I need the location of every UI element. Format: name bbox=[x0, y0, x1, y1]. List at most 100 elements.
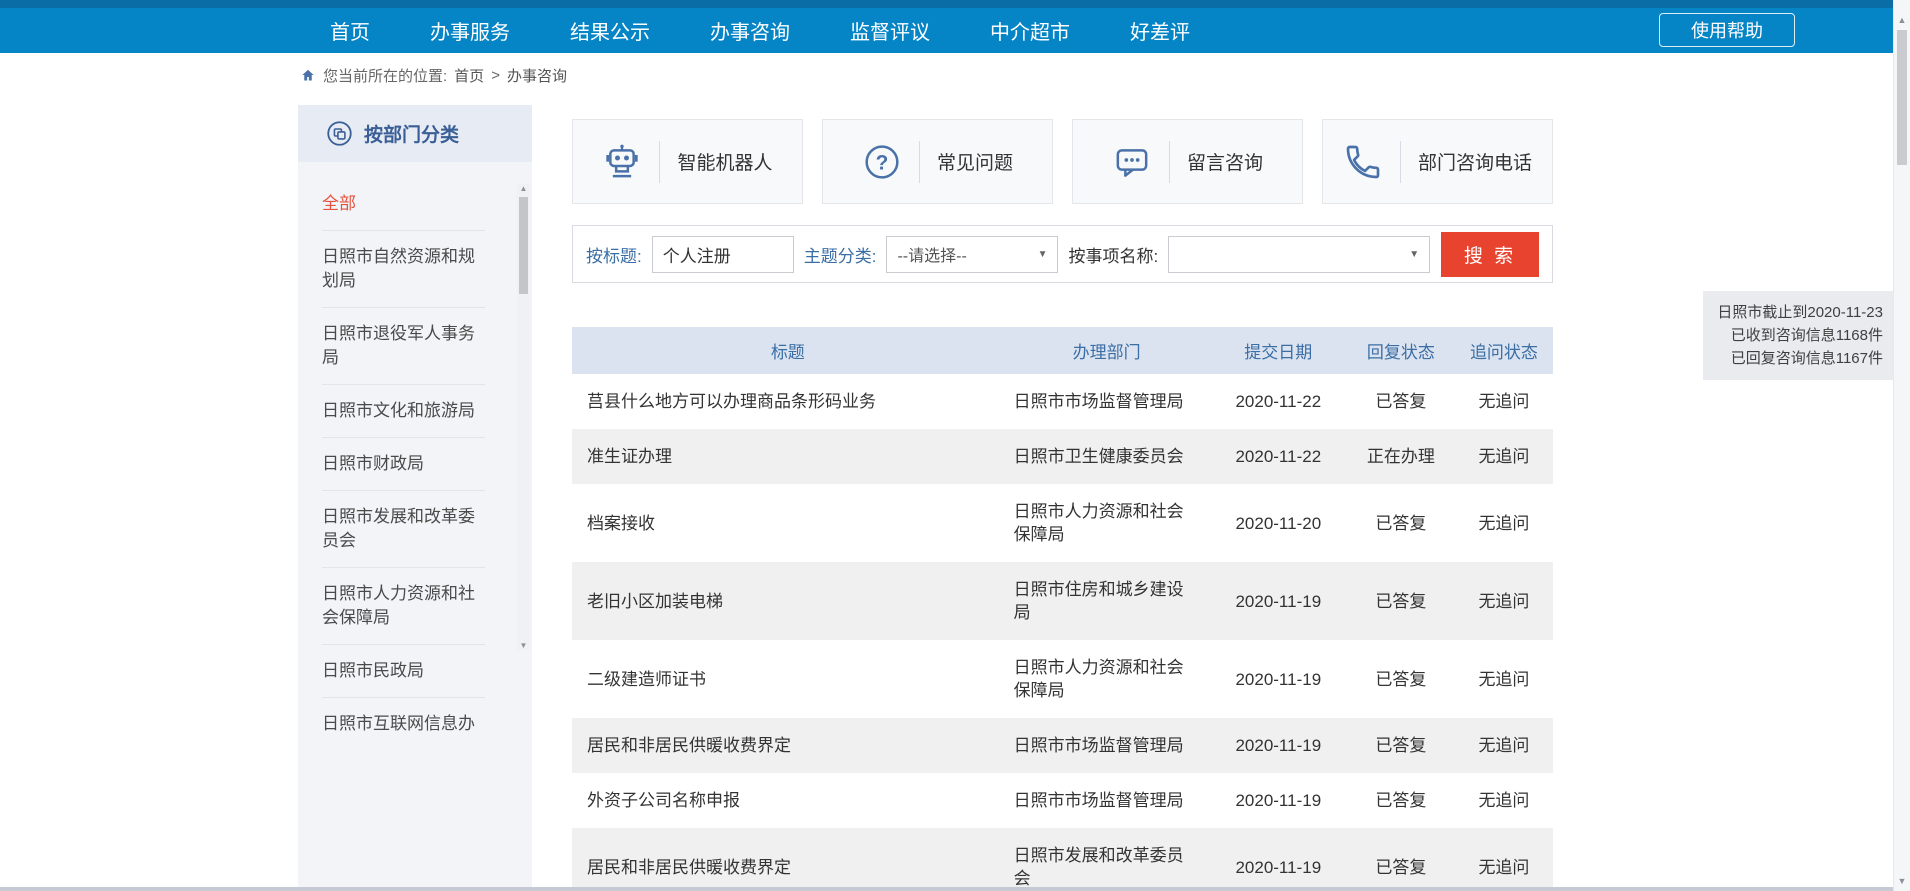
item-name-label: 按事项名称: bbox=[1068, 242, 1158, 267]
table-row: 二级建造师证书 日照市人力资源和社会保障局 2020-11-19 已答复 无追问 bbox=[572, 640, 1553, 718]
sidebar-item-human-resources[interactable]: 日照市人力资源和社会保障局 bbox=[322, 568, 485, 645]
sidebar-item-finance[interactable]: 日照市财政局 bbox=[322, 438, 485, 491]
row-title[interactable]: 档案接收 bbox=[572, 484, 1004, 562]
row-reply-status: 已答复 bbox=[1347, 773, 1455, 828]
sidebar-header: 按部门分类 bbox=[298, 105, 532, 162]
row-date: 2020-11-19 bbox=[1210, 828, 1347, 891]
chevron-down-icon: ▼ bbox=[1409, 249, 1419, 260]
row-department: 日照市发展和改革委员会 bbox=[1004, 828, 1210, 891]
table-row: 居民和非居民供暖收费界定 日照市发展和改革委员会 2020-11-19 已答复 … bbox=[572, 828, 1553, 891]
category-select-value: --请选择-- bbox=[897, 242, 966, 266]
table-row: 档案接收 日照市人力资源和社会保障局 2020-11-20 已答复 无追问 bbox=[572, 484, 1553, 562]
table-row: 居民和非居民供暖收费界定 日照市市场监督管理局 2020-11-19 已答复 无… bbox=[572, 718, 1553, 773]
row-reply-status: 已答复 bbox=[1347, 718, 1455, 773]
consultation-table: 标题 办理部门 提交日期 回复状态 追问状态 莒县什么地方可以办理商品条形码业务… bbox=[572, 327, 1553, 891]
table-row: 准生证办理 日照市卫生健康委员会 2020-11-22 正在办理 无追问 bbox=[572, 429, 1553, 484]
row-title[interactable]: 居民和非居民供暖收费界定 bbox=[572, 828, 1004, 891]
nav-item-supervision[interactable]: 监督评议 bbox=[850, 16, 930, 45]
table-row: 莒县什么地方可以办理商品条形码业务 日照市市场监督管理局 2020-11-22 … bbox=[572, 374, 1553, 429]
category-label: 主题分类: bbox=[804, 242, 877, 267]
scroll-thumb[interactable] bbox=[1897, 30, 1907, 165]
category-icon bbox=[326, 120, 353, 147]
sidebar-item-culture-tourism[interactable]: 日照市文化和旅游局 bbox=[322, 385, 485, 438]
sidebar-scroll-thumb[interactable] bbox=[519, 197, 528, 294]
row-followup-status: 无追问 bbox=[1455, 640, 1553, 718]
breadcrumb-home-link[interactable]: 首页 bbox=[454, 65, 484, 86]
row-followup-status: 无追问 bbox=[1455, 374, 1553, 429]
row-date: 2020-11-22 bbox=[1210, 374, 1347, 429]
svg-text:?: ? bbox=[876, 151, 889, 174]
row-reply-status: 已答复 bbox=[1347, 484, 1455, 562]
row-department: 日照市市场监督管理局 bbox=[1004, 773, 1210, 828]
help-button[interactable]: 使用帮助 bbox=[1659, 13, 1795, 47]
row-title[interactable]: 老旧小区加装电梯 bbox=[572, 562, 1004, 640]
row-followup-status: 无追问 bbox=[1455, 718, 1553, 773]
chevron-down-icon: ▼ bbox=[1038, 249, 1048, 260]
main-content: 智能机器人 ? 常见问题 留言咨询 bbox=[572, 119, 1553, 891]
sidebar-item-all[interactable]: 全部 bbox=[322, 178, 485, 231]
table-header: 标题 办理部门 提交日期 回复状态 追问状态 bbox=[572, 327, 1553, 374]
row-title[interactable]: 准生证办理 bbox=[572, 429, 1004, 484]
column-title: 标题 bbox=[572, 327, 1004, 374]
top-nav: 首页 办事服务 结果公示 办事咨询 监督评议 中介超市 好差评 使用帮助 bbox=[0, 0, 1893, 53]
column-department: 办理部门 bbox=[1004, 327, 1210, 374]
scroll-down-icon[interactable]: ▼ bbox=[1894, 876, 1910, 886]
nav-item-services[interactable]: 办事服务 bbox=[430, 16, 510, 45]
card-divider bbox=[919, 141, 920, 183]
breadcrumb-prefix: 您当前所在的位置: bbox=[323, 65, 447, 86]
row-title[interactable]: 外资子公司名称申报 bbox=[572, 773, 1004, 828]
consultation-stats-box: 日照市截止到2020-11-23 已收到咨询信息1168件 已回复咨询信息116… bbox=[1703, 291, 1895, 380]
scroll-up-icon[interactable]: ▲ bbox=[1894, 15, 1910, 25]
row-followup-status: 无追问 bbox=[1455, 429, 1553, 484]
nav-item-results[interactable]: 结果公示 bbox=[570, 16, 650, 45]
card-leave-message[interactable]: 留言咨询 bbox=[1072, 119, 1303, 204]
search-bar: 按标题: 主题分类: --请选择-- ▼ 按事项名称: ▼ 搜 索 bbox=[572, 225, 1553, 283]
nav-item-rating[interactable]: 好差评 bbox=[1130, 16, 1190, 45]
row-date: 2020-11-22 bbox=[1210, 429, 1347, 484]
card-smart-robot[interactable]: 智能机器人 bbox=[572, 119, 803, 204]
sidebar-scroll-up-icon[interactable]: ▲ bbox=[517, 184, 530, 193]
sidebar-item-natural-resources[interactable]: 日照市自然资源和规划局 bbox=[322, 231, 485, 308]
nav-item-home[interactable]: 首页 bbox=[330, 16, 370, 45]
sidebar-scroll-down-icon[interactable]: ▼ bbox=[517, 641, 530, 650]
row-reply-status: 已答复 bbox=[1347, 640, 1455, 718]
stats-line-deadline: 日照市截止到2020-11-23 bbox=[1715, 301, 1883, 324]
row-department: 日照市住房和城乡建设局 bbox=[1004, 562, 1210, 640]
sidebar-item-civil-affairs[interactable]: 日照市民政局 bbox=[322, 645, 485, 698]
sidebar-item-veterans-affairs[interactable]: 日照市退役军人事务局 bbox=[322, 308, 485, 385]
stats-line-received: 已收到咨询信息1168件 bbox=[1715, 324, 1883, 347]
message-icon bbox=[1112, 142, 1152, 182]
row-followup-status: 无追问 bbox=[1455, 828, 1553, 891]
nav-item-agency-market[interactable]: 中介超市 bbox=[990, 16, 1070, 45]
footer-strip bbox=[0, 887, 1893, 891]
search-title-label: 按标题: bbox=[586, 242, 642, 267]
item-name-select[interactable]: ▼ bbox=[1168, 236, 1430, 273]
row-followup-status: 无追问 bbox=[1455, 773, 1553, 828]
page-scrollbar[interactable]: ▲ ▼ bbox=[1893, 0, 1910, 891]
row-reply-status: 已答复 bbox=[1347, 562, 1455, 640]
sidebar-item-development-reform[interactable]: 日照市发展和改革委员会 bbox=[322, 491, 485, 568]
nav-item-consultation[interactable]: 办事咨询 bbox=[710, 16, 790, 45]
nav-top-edge bbox=[0, 0, 1893, 8]
card-faq[interactable]: ? 常见问题 bbox=[822, 119, 1053, 204]
sidebar-title: 按部门分类 bbox=[364, 120, 459, 147]
row-date: 2020-11-19 bbox=[1210, 562, 1347, 640]
search-title-input[interactable] bbox=[652, 236, 794, 273]
row-title[interactable]: 居民和非居民供暖收费界定 bbox=[572, 718, 1004, 773]
row-followup-status: 无追问 bbox=[1455, 484, 1553, 562]
category-select[interactable]: --请选择-- ▼ bbox=[886, 236, 1058, 273]
breadcrumb: 您当前所在的位置: 首页 > 办事咨询 bbox=[300, 53, 567, 97]
card-label: 常见问题 bbox=[937, 148, 1013, 175]
question-icon: ? bbox=[862, 142, 902, 182]
row-title[interactable]: 莒县什么地方可以办理商品条形码业务 bbox=[572, 374, 1004, 429]
phone-icon bbox=[1343, 142, 1383, 182]
row-title[interactable]: 二级建造师证书 bbox=[572, 640, 1004, 718]
row-followup-status: 无追问 bbox=[1455, 562, 1553, 640]
sidebar-scrollbar[interactable]: ▲ ▼ bbox=[517, 184, 530, 650]
row-reply-status: 已答复 bbox=[1347, 828, 1455, 891]
breadcrumb-current[interactable]: 办事咨询 bbox=[507, 65, 567, 86]
card-department-phone[interactable]: 部门咨询电话 bbox=[1322, 119, 1553, 204]
search-button[interactable]: 搜 索 bbox=[1441, 232, 1539, 277]
column-date: 提交日期 bbox=[1210, 327, 1347, 374]
sidebar-item-internet-info[interactable]: 日照市互联网信息办 bbox=[322, 698, 485, 750]
